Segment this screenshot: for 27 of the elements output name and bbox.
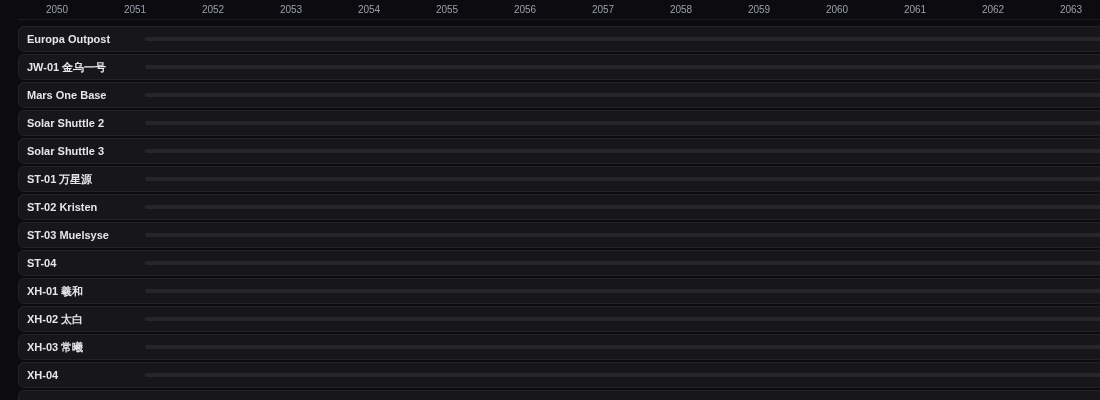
year-label: 2059: [746, 3, 772, 17]
row-label: ST-01 万星源: [26, 171, 94, 187]
year-label: 2056: [512, 3, 538, 17]
year-label: 2050: [44, 3, 70, 17]
year-label: 2051: [122, 3, 148, 17]
row-label: XH-03 常曦: [26, 339, 85, 355]
row-label: Mars One Base: [26, 87, 108, 103]
row-label: Solar Shuttle 2: [26, 115, 106, 131]
row-label: XH-01 羲和: [26, 283, 85, 299]
year-label: 2061: [902, 3, 928, 17]
year-label: 2057: [590, 3, 616, 17]
year-label: 2055: [434, 3, 460, 17]
row-label: ST-03 Muelsyse: [26, 227, 110, 243]
row-label: ST-04: [26, 255, 58, 271]
year-label: 2053: [278, 3, 304, 17]
row-label: ST-02 Kristen: [26, 199, 99, 215]
row-label: Solar Shuttle 3: [26, 143, 106, 159]
year-label: 2052: [200, 3, 226, 17]
row-label: JW-01 金乌一号: [26, 59, 108, 75]
row-label: XH-02 太白: [26, 311, 85, 327]
year-label: 2060: [824, 3, 850, 17]
year-label: 2054: [356, 3, 382, 17]
year-label: 2062: [980, 3, 1006, 17]
year-label: 2058: [668, 3, 694, 17]
row-label: XH-04: [26, 367, 60, 383]
year-label: 2063: [1058, 3, 1084, 17]
row-label: Europa Outpost: [26, 31, 112, 47]
